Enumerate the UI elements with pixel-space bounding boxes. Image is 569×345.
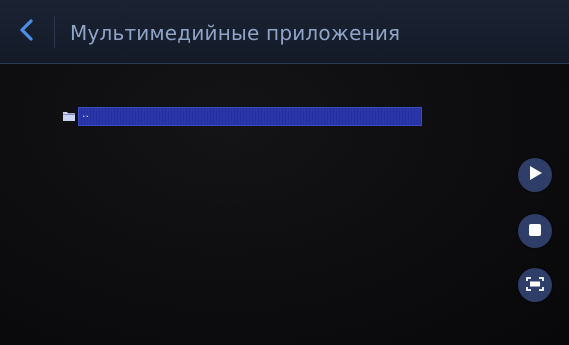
stop-button[interactable] [518,214,552,248]
play-icon [527,165,543,185]
chevron-left-icon [18,18,36,46]
play-button[interactable] [518,158,552,192]
back-button[interactable] [6,10,48,54]
fullscreen-icon [526,276,544,295]
fullscreen-button[interactable] [518,268,552,302]
page-title: Мультимедийные приложения [70,21,401,45]
list-item-label: .. [82,106,89,120]
header-bar: Мультимедийные приложения [0,0,569,64]
list-item-parent-folder[interactable]: .. [60,106,422,126]
media-player-screen: Мультимедийные приложения .. [0,0,569,345]
stop-icon [528,222,542,241]
header-divider [54,16,55,48]
file-list: .. [60,106,422,126]
folder-icon [62,110,76,122]
list-item-highlight: .. [78,106,422,126]
